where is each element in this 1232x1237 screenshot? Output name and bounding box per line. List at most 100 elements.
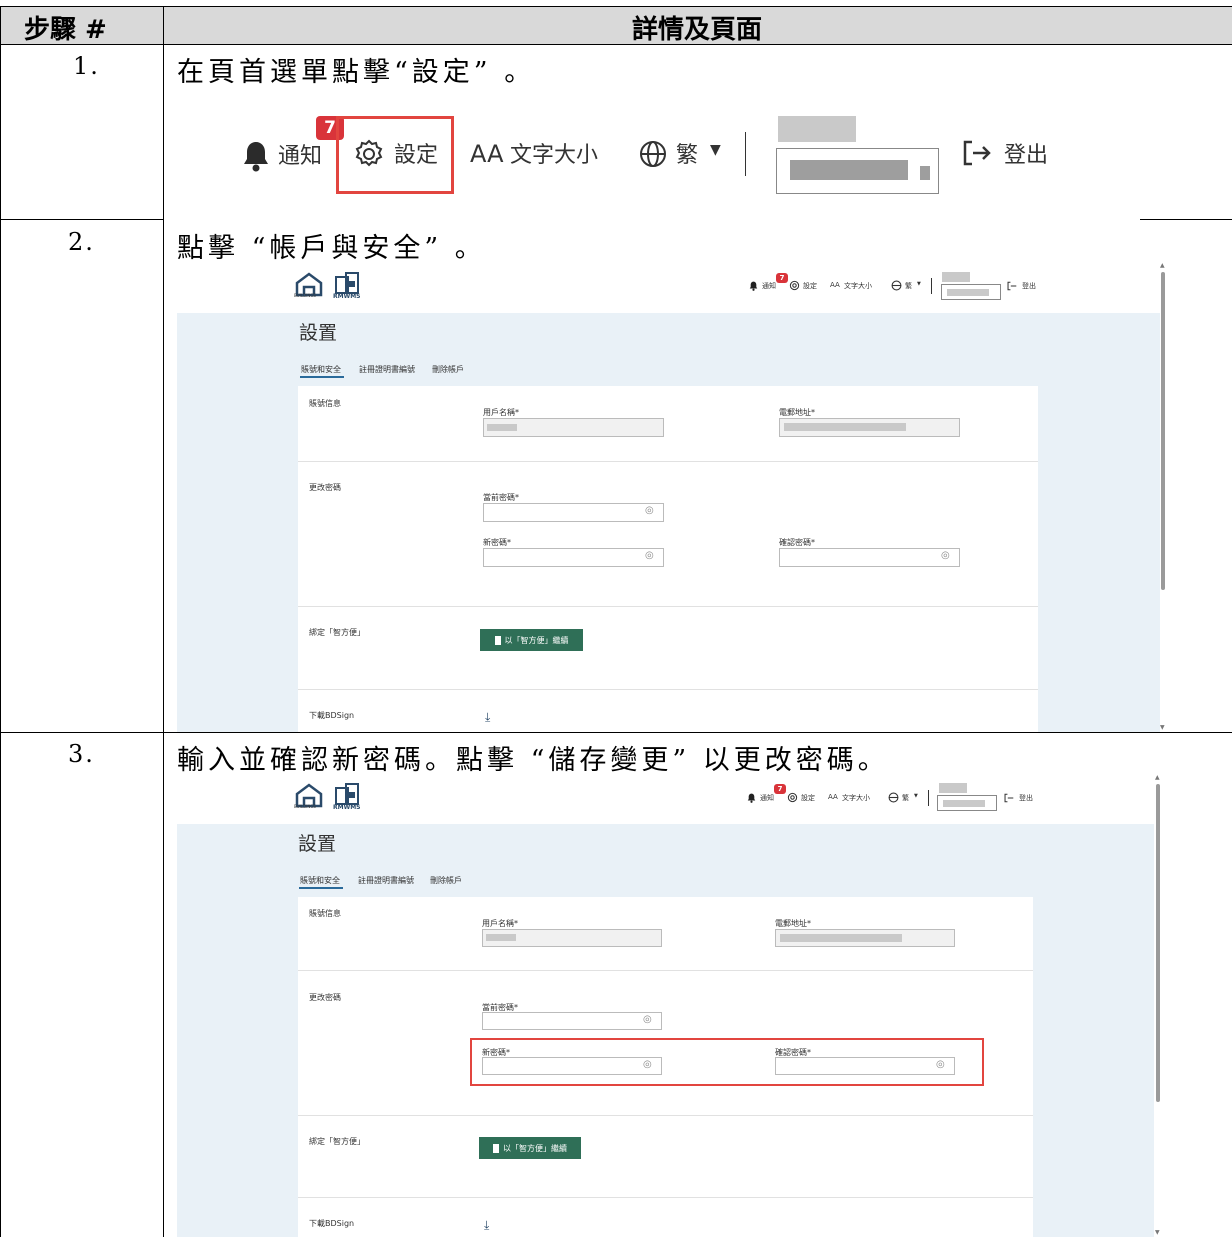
section-label: 更改密碼 xyxy=(309,993,341,1002)
settings-label[interactable]: 設定 xyxy=(803,281,817,291)
tab-delete-account[interactable]: 刪除帳戶 xyxy=(432,364,464,375)
download-icon[interactable]: ⤓ xyxy=(484,1218,489,1233)
iamsmart-button[interactable]: 以「智方便」繼續 xyxy=(480,629,583,651)
table-border xyxy=(0,6,1,1237)
scroll-down-arrow[interactable]: ▼ xyxy=(1160,724,1165,731)
globe-icon[interactable] xyxy=(638,139,668,169)
table-border xyxy=(1140,219,1232,220)
scrollbar[interactable] xyxy=(1156,784,1160,1102)
tab-certificate[interactable]: 註冊證明書編號 xyxy=(358,875,414,886)
logout-label[interactable]: 登出 xyxy=(1019,793,1033,803)
phone-icon xyxy=(494,635,501,645)
gear-icon[interactable] xyxy=(789,280,800,291)
divider xyxy=(298,1197,1033,1198)
table-border xyxy=(0,219,164,220)
gear-icon[interactable] xyxy=(787,792,798,803)
bell-icon[interactable] xyxy=(749,281,758,291)
settings-label[interactable]: 設定 xyxy=(801,793,815,803)
divider xyxy=(298,970,1033,971)
eye-icon[interactable]: ◎ xyxy=(645,505,654,516)
table-border xyxy=(0,732,1232,733)
language-label[interactable]: 繁 xyxy=(676,137,698,169)
font-size-label[interactable]: 文字大小 xyxy=(844,281,872,291)
scroll-up-arrow[interactable]: ▲ xyxy=(1160,262,1165,269)
section-label: 下載BDSign xyxy=(309,711,355,720)
new-password-field[interactable] xyxy=(483,548,664,567)
logout-icon[interactable] xyxy=(962,139,994,167)
field-label: 用戶名稱* xyxy=(482,919,518,928)
email-blur xyxy=(784,423,906,431)
settings-card: 賬號信息 用戶名稱* 電郵地址* 更改密碼 當前密碼* ◎ 新密碼* ◎ 確認密… xyxy=(298,386,1038,732)
scroll-up-arrow[interactable]: ▲ xyxy=(1155,774,1160,781)
settings-screenshot: BUILDINGS RMWMS 通知 7 設定 AA 文字大小 繁 ▼ 登出 設… xyxy=(177,262,1169,732)
chevron-down-icon[interactable]: ▼ xyxy=(917,281,921,287)
globe-icon[interactable] xyxy=(888,792,899,803)
highlight-box xyxy=(336,116,454,194)
bell-icon[interactable] xyxy=(747,793,756,803)
page-title: 設置 xyxy=(298,833,337,855)
field-label: 當前密碼* xyxy=(483,493,519,502)
table-border xyxy=(163,6,164,1237)
font-size-label[interactable]: 文字大小 xyxy=(842,793,870,803)
notify-label[interactable]: 通知 xyxy=(760,793,774,803)
section-label: 賬號信息 xyxy=(309,399,341,408)
notification-badge: 7 xyxy=(774,784,786,794)
active-tab-underline xyxy=(300,376,344,378)
tab-account-security[interactable]: 賬號和安全 xyxy=(301,364,341,375)
current-password-field[interactable] xyxy=(482,1012,662,1030)
toolbar-divider xyxy=(931,278,932,294)
tab-certificate[interactable]: 註冊證明書編號 xyxy=(359,364,415,375)
download-icon[interactable]: ⤓ xyxy=(485,710,490,725)
tab-delete-account[interactable]: 刪除帳戶 xyxy=(430,875,462,886)
username-blur xyxy=(487,424,517,431)
scroll-down-arrow[interactable]: ▼ xyxy=(1155,1229,1160,1236)
notify-label[interactable]: 通知 xyxy=(762,281,776,291)
logout-icon[interactable] xyxy=(1004,793,1015,803)
font-size-label[interactable]: 文字大小 xyxy=(510,137,598,169)
user-select-blur xyxy=(943,800,985,807)
settings-card: 賬號信息 用戶名稱* 電郵地址* 更改密碼 當前密碼* ◎ 新密碼* ◎ 確認密… xyxy=(298,897,1033,1237)
chevron-down-icon[interactable]: ▼ xyxy=(914,793,918,799)
language-label[interactable]: 繁 xyxy=(902,793,909,803)
field-label: 電郵地址* xyxy=(775,919,811,928)
logout-icon[interactable] xyxy=(1007,281,1018,291)
eye-icon[interactable]: ◎ xyxy=(643,1014,652,1025)
eye-icon[interactable]: ◎ xyxy=(645,550,654,561)
eye-icon[interactable]: ◎ xyxy=(941,550,950,561)
username-blur xyxy=(486,934,516,941)
logout-label[interactable]: 登出 xyxy=(1022,281,1036,291)
iamsmart-button[interactable]: 以「智方便」繼續 xyxy=(479,1137,581,1159)
step-instruction: 在頁首選單點擊“設定” 。 xyxy=(177,57,536,88)
scrollbar[interactable] xyxy=(1161,272,1165,590)
section-label: 綁定「智方便」 xyxy=(309,1137,365,1146)
language-label[interactable]: 繁 xyxy=(905,281,912,291)
section-label: 更改密碼 xyxy=(309,483,341,492)
divider xyxy=(298,689,1038,690)
logo-sub: BUILDINGS xyxy=(294,293,316,298)
tab-account-security[interactable]: 賬號和安全 xyxy=(300,875,340,886)
step-number: 3. xyxy=(68,740,95,768)
current-password-field[interactable] xyxy=(483,503,664,522)
rmwms-logo xyxy=(334,271,360,295)
highlight-box xyxy=(470,1038,984,1086)
notify-label[interactable]: 通知 xyxy=(278,138,322,170)
user-name-blur xyxy=(942,272,970,282)
toolbar-divider xyxy=(928,790,929,806)
logo-sub: BUILDINGS xyxy=(294,804,316,809)
user-select-blur xyxy=(790,160,908,180)
font-size-icon[interactable]: AA xyxy=(830,281,840,289)
logout-label[interactable]: 登出 xyxy=(1004,137,1048,169)
confirm-password-field[interactable] xyxy=(779,548,960,567)
globe-icon[interactable] xyxy=(891,280,902,291)
bell-icon[interactable] xyxy=(242,140,270,172)
chevron-down-icon[interactable]: ▼ xyxy=(710,142,721,158)
logo-text: RMWMS xyxy=(333,804,361,811)
user-name-blur xyxy=(778,116,856,142)
font-size-icon[interactable]: AA xyxy=(470,140,504,168)
rmwms-logo xyxy=(334,782,360,806)
step-number: 2. xyxy=(68,228,95,256)
logo-text: RMWMS xyxy=(333,293,361,300)
field-label: 確認密碼* xyxy=(779,538,815,547)
font-size-icon[interactable]: AA xyxy=(828,793,838,801)
header-step-col: 步驟 # xyxy=(24,15,107,45)
